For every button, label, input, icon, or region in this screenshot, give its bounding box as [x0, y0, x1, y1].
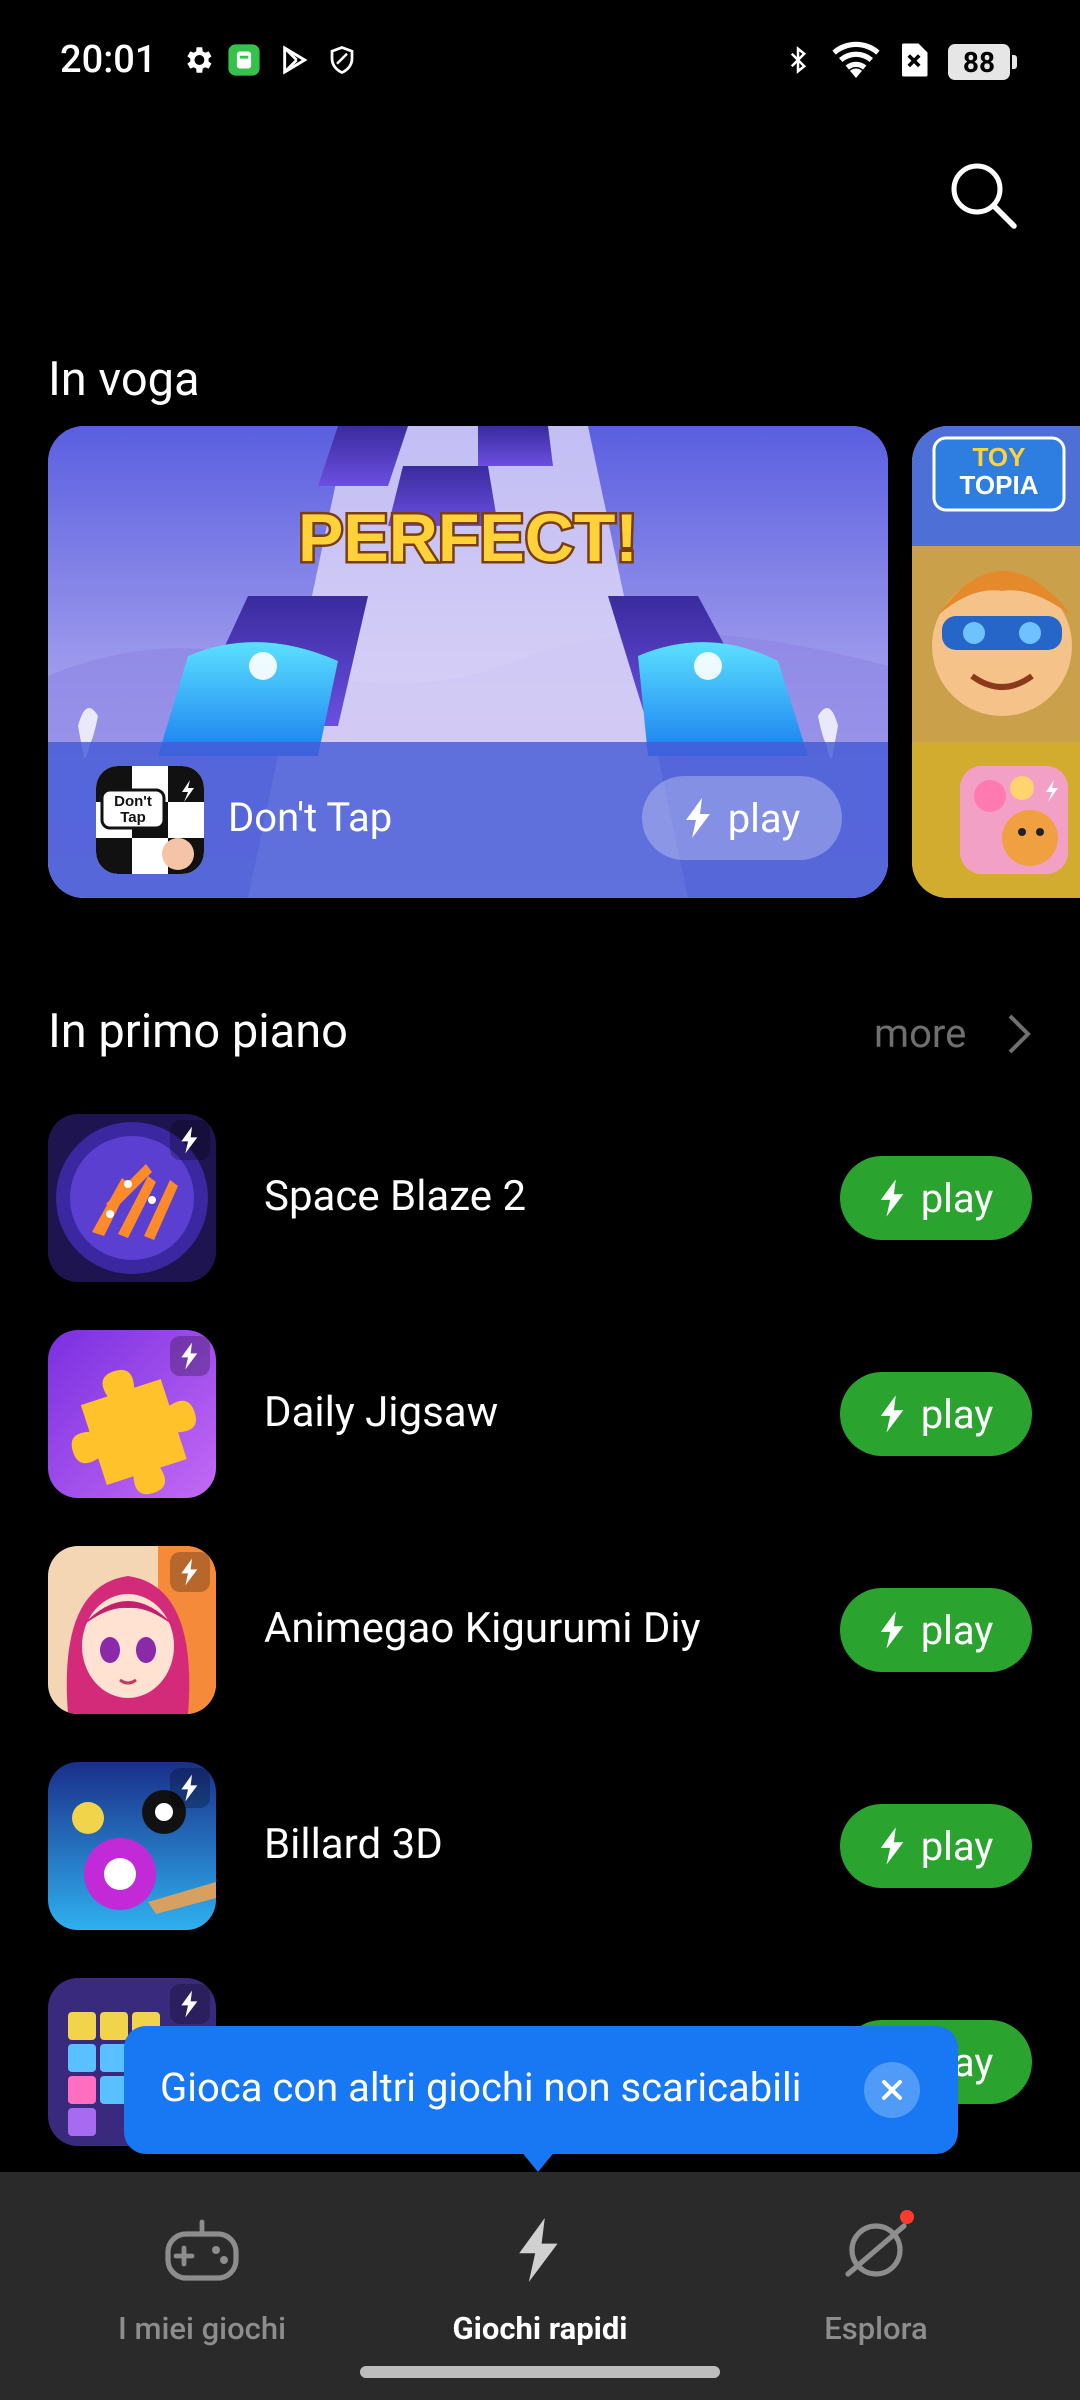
trending-section-title: In voga [48, 352, 200, 407]
game-row-animegao-kigurumi-diy[interactable]: Animegao Kigurumi Diy play [0, 1546, 1080, 1716]
lightning-icon [880, 1827, 903, 1865]
play-store-icon [276, 40, 312, 80]
lightning-icon [880, 1395, 903, 1433]
play-button[interactable]: play [840, 1804, 1032, 1888]
lightning-icon [181, 1774, 198, 1802]
planet-icon [834, 2208, 918, 2292]
featured-section-title: In primo piano [48, 1004, 348, 1059]
play-label: play [920, 1606, 994, 1654]
nav-quick-games[interactable]: Giochi rapidi [400, 2172, 680, 2362]
svg-text:TOPIA: TOPIA [960, 470, 1039, 500]
daily-jigsaw-app-icon [48, 1330, 216, 1498]
nav-label: Giochi rapidi [452, 2310, 628, 2347]
game-name: Animegao Kigurumi Diy [264, 1604, 701, 1653]
status-bar: 20:01 88 [0, 0, 1080, 120]
shield-icon [324, 40, 360, 80]
more-link[interactable]: more [874, 1010, 966, 1057]
featured-play-button[interactable]: play [642, 776, 842, 860]
play-label: play [920, 1174, 994, 1222]
svg-text:Don't: Don't [114, 793, 152, 810]
svg-text:Tap: Tap [120, 809, 146, 826]
quick-games-screen: 20:01 88 In voga PERFECT! Don't Tap Don'… [0, 0, 1080, 2400]
game-name: Space Blaze 2 [264, 1172, 527, 1221]
game-row-billard-3d[interactable]: Billard 3D play [0, 1762, 1080, 1932]
instant-game-badge [170, 1120, 210, 1160]
svg-text:TOY: TOY [973, 442, 1026, 472]
tooltip-text: Gioca con altri giochi non scaricabili [160, 2064, 802, 2111]
lightning-icon [181, 1342, 198, 1370]
play-button[interactable]: play [840, 1588, 1032, 1672]
gear-icon [178, 40, 218, 80]
lightning-icon [498, 2208, 582, 2292]
next-game-app-icon [960, 766, 1068, 874]
search-button[interactable] [946, 158, 1020, 232]
wifi-icon [828, 40, 884, 80]
space-blaze-app-icon [48, 1114, 216, 1282]
battery-level: 88 [962, 45, 996, 79]
nav-explore[interactable]: Esplora [736, 2172, 1016, 2362]
tooltip-close-button[interactable] [864, 2062, 920, 2118]
battery-icon: 88 [948, 44, 1017, 80]
bluetooth-icon [780, 40, 816, 80]
android-app-icon [226, 40, 262, 80]
instant-game-badge [170, 1336, 210, 1376]
game-name: Billard 3D [264, 1820, 443, 1869]
nav-label: Esplora [824, 2310, 928, 2347]
next-game-card[interactable]: TOY TOPIA [912, 426, 1080, 898]
instant-game-badge [170, 1984, 210, 2024]
lightning-icon [880, 1179, 903, 1217]
lightning-icon [880, 1611, 903, 1649]
home-indicator[interactable] [360, 2366, 720, 2378]
lightning-icon [181, 1126, 198, 1154]
lightning-icon [685, 798, 710, 838]
banner-perfect-text: PERFECT! [298, 500, 638, 576]
search-icon [951, 163, 1017, 229]
nav-my-games[interactable]: I miei giochi [62, 2172, 342, 2362]
no-sim-icon [896, 40, 932, 80]
play-label: play [920, 1390, 994, 1438]
instant-game-badge [170, 1552, 210, 1592]
gamepad-icon [160, 2208, 244, 2292]
billard-3d-app-icon [48, 1762, 216, 1930]
tooltip-arrow [520, 2150, 556, 2172]
notification-badge [900, 2210, 914, 2224]
game-name: Daily Jigsaw [264, 1388, 499, 1437]
play-button[interactable]: play [840, 1372, 1032, 1456]
animegao-app-icon [48, 1546, 216, 1714]
play-label: play [920, 1822, 994, 1870]
game-row-daily-jigsaw[interactable]: Daily Jigsaw play [0, 1330, 1080, 1500]
game-row-space-blaze-2[interactable]: Space Blaze 2 play [0, 1114, 1080, 1284]
instant-game-badge [170, 1768, 210, 1808]
play-label: play [727, 794, 801, 842]
nav-label: I miei giochi [118, 2310, 286, 2347]
close-icon [882, 2080, 902, 2100]
chevron-right-icon[interactable] [1000, 1012, 1036, 1056]
play-button[interactable]: play [840, 1156, 1032, 1240]
featured-game-name: Don't Tap [228, 794, 393, 841]
status-time: 20:01 [60, 38, 157, 82]
lightning-icon [181, 1558, 198, 1586]
lightning-icon [181, 1990, 198, 2018]
featured-game-card[interactable]: PERFECT! Don't Tap Don't Tap play [48, 426, 888, 898]
tooltip-banner: Gioca con altri giochi non scaricabili [124, 2026, 958, 2154]
dont-tap-app-icon: Don't Tap [96, 766, 204, 874]
